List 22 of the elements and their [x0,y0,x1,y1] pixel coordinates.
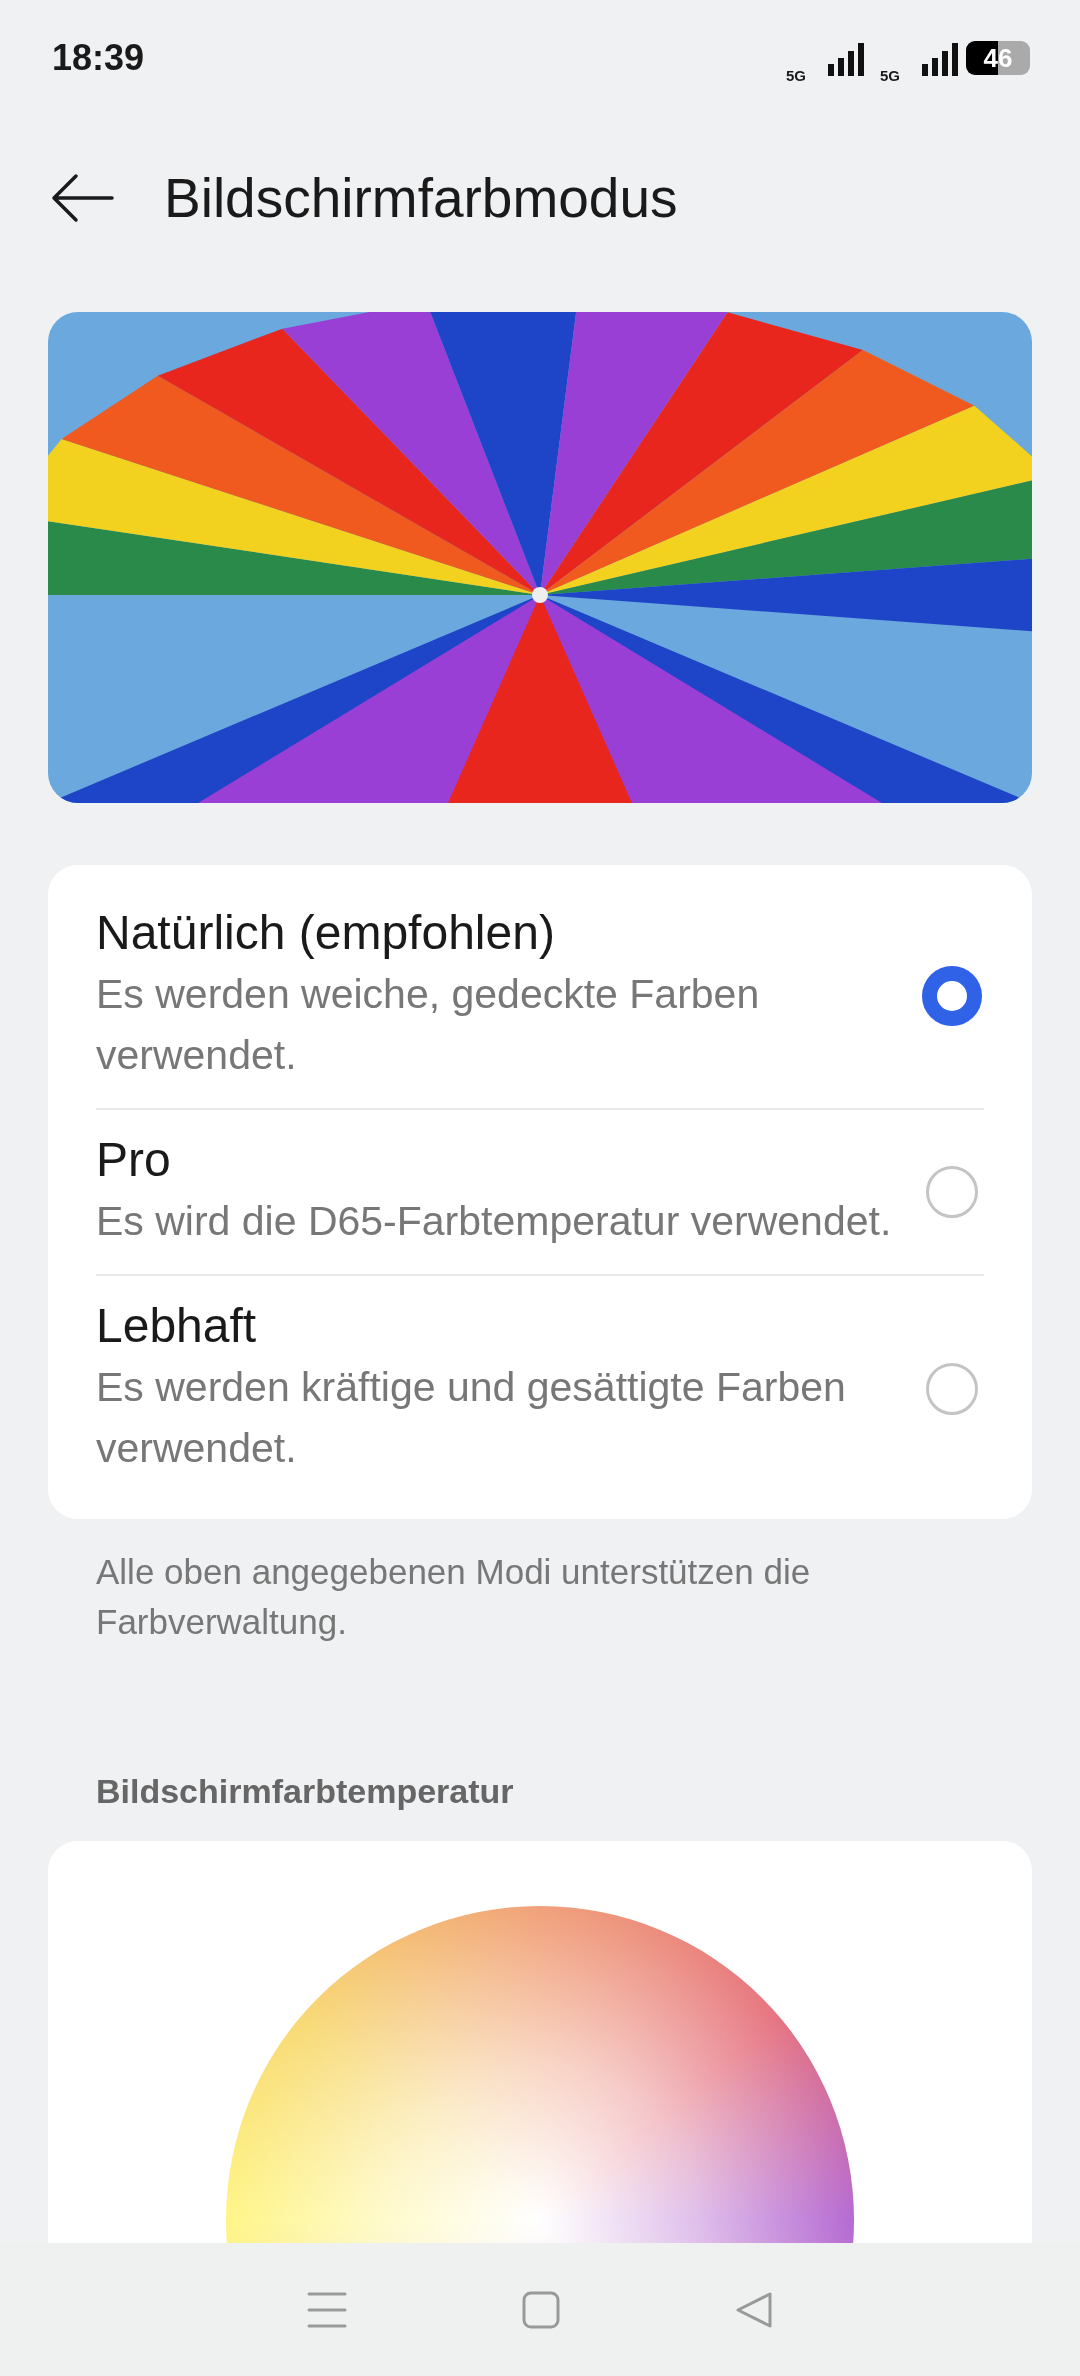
mode-description: Es werden kräftige und gesättigte Farben verwendet. [96,1363,847,1473]
section-label: Bildschirmfarbtemperatur [96,1772,515,1811]
mode-title: Lebhaft [96,1298,258,1353]
footnote-text: Alle oben angegebenen Modi unterstützen die Farbverwaltung. [96,1551,812,1643]
battery-icon: 46 [966,41,1030,75]
mode-option[interactable]: Natürlich (empfohlen) Es werden weiche, gedeckte Farben verwendet. [96,883,984,1108]
back-button[interactable] [50,172,114,224]
status-time: 18:39 [52,37,145,79]
radio-button[interactable] [926,1362,978,1415]
mode-option[interactable]: Lebhaft Es werden kräftige und gesättigte Farben verwendet. [96,1276,984,1501]
back-icon[interactable] [734,2290,773,2329]
mode-title: Natürlich (empfohlen) [96,905,556,960]
network-type-label: 5G [880,66,900,84]
mode-description: Es wird die D65-Farbtemperatur verwendet. [96,1197,892,1246]
network-type-label: 5G [785,66,806,84]
mode-description: Es werden weiche, gedeckte Farben verwendet. [96,970,761,1080]
mode-option[interactable]: Pro Es wird die D65-Farbtemperatur verwendet. [96,1110,984,1274]
menu-icon[interactable] [307,2291,348,2328]
radio-button[interactable] [926,1166,978,1218]
home-icon[interactable] [522,2290,560,2329]
page-title: Bildschirmfarbmodus [164,166,678,230]
mode-title: Pro [96,1132,172,1187]
